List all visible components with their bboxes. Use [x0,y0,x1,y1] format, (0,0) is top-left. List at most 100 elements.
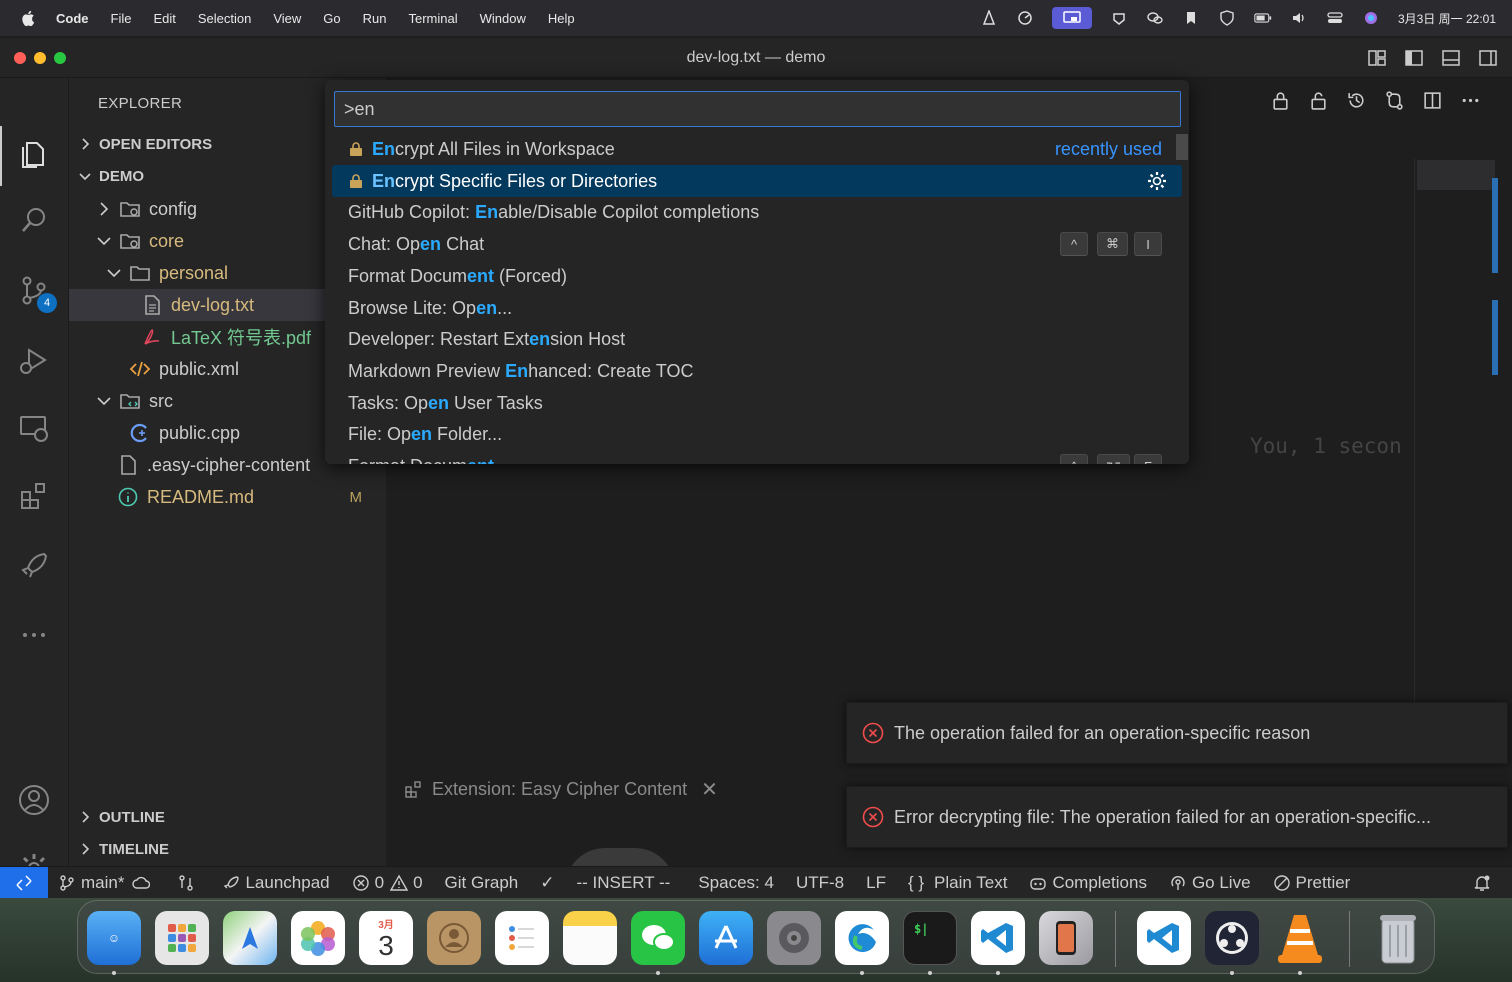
outline-section[interactable]: OUTLINE [69,802,386,832]
history-icon[interactable] [1346,90,1367,111]
split-editor-icon[interactable] [1422,90,1443,111]
more-icon[interactable] [14,615,54,655]
prettier-status[interactable]: Prettier [1273,873,1350,893]
apple-icon[interactable] [20,9,38,27]
go-live-status[interactable]: Go Live [1169,873,1251,893]
rocket-icon[interactable] [14,546,54,586]
menu-terminal[interactable]: Terminal [409,11,458,26]
extensions-icon[interactable] [14,476,54,516]
vlc-status-icon[interactable] [980,10,998,26]
customize-layout-icon[interactable] [1367,48,1387,68]
lock-icon[interactable] [1270,90,1291,111]
shield-status-icon[interactable] [1218,10,1236,26]
vscode-app-icon[interactable] [971,911,1025,965]
wechat-app-icon[interactable] [631,911,685,965]
photos-app-icon[interactable] [291,911,345,965]
search-icon[interactable] [14,200,54,240]
tree-item-readme[interactable]: README.md M [69,481,386,513]
timeline-section[interactable]: TIMELINE [69,834,386,864]
branch-status[interactable]: main* [58,873,155,893]
unlock-icon[interactable] [1308,90,1329,111]
system-settings-icon[interactable] [767,911,821,965]
minimap-viewport[interactable] [1417,160,1495,190]
git-graph-status[interactable]: Git Graph [445,873,519,893]
launchpad-status[interactable]: Launchpad [222,873,330,893]
obs-app-icon[interactable] [1205,911,1259,965]
menu-run[interactable]: Run [363,11,387,26]
toggle-primary-sidebar-icon[interactable] [1404,48,1424,68]
menu-edit[interactable]: Edit [153,11,175,26]
command-item[interactable]: Markdown Preview Enhanced: Create TOC [332,355,1182,387]
notifications-bell-icon[interactable] [1473,874,1496,892]
minimap[interactable] [1414,158,1495,738]
remote-indicator[interactable] [0,866,48,898]
remote-explorer-icon[interactable] [14,408,54,448]
command-item[interactable]: File: Open Folder... [332,418,1182,450]
battery-status-icon[interactable] [1254,10,1272,26]
command-item[interactable]: Chat: Open Chat ^ ⌘ I [332,228,1182,260]
menu-selection[interactable]: Selection [198,11,251,26]
copilot-completions-status[interactable]: Completions [1029,873,1147,893]
error-notification[interactable]: Error decrypting file: The operation fai… [846,786,1508,848]
error-notification[interactable]: The operation failed for an operation-sp… [846,702,1508,764]
contacts-app-icon[interactable] [427,911,481,965]
compare-changes-icon[interactable] [1384,90,1405,111]
toggle-panel-icon[interactable] [1441,48,1461,68]
problems-status[interactable]: 0 0 [352,873,423,893]
language-mode-status[interactable]: { } Plain Text [908,873,1008,893]
notes-app-icon[interactable] [563,911,617,965]
menu-file[interactable]: File [111,11,132,26]
close-tab-icon[interactable]: ✕ [701,777,718,802]
configure-keybinding-gear-icon[interactable] [1146,170,1168,192]
extension-tab[interactable]: Extension: Easy Cipher Content ✕ [387,766,747,812]
eol-status[interactable]: LF [866,873,886,893]
activity-status-icon[interactable] [1016,10,1034,26]
indentation-status[interactable]: Spaces: 4 [698,873,774,893]
menu-window[interactable]: Window [480,11,526,26]
vlc-app-icon[interactable] [1273,911,1327,965]
app-store-icon[interactable] [699,911,753,965]
command-item[interactable]: Encrypt Specific Files or Directories [332,165,1182,197]
control-center-icon[interactable] [1326,10,1344,26]
menu-app-name[interactable]: Code [56,11,89,26]
volume-status-icon[interactable] [1290,10,1308,26]
vscode-app-icon[interactable] [1137,911,1191,965]
screen-mirror-status-icon[interactable] [1051,7,1092,29]
copilot-status-icon[interactable] [1110,10,1128,26]
menu-go[interactable]: Go [323,11,340,26]
command-item[interactable]: GitHub Copilot: Enable/Disable Copilot c… [332,196,1182,228]
sync-cloud-icon[interactable] [132,874,151,892]
wechat-status-icon[interactable] [1146,10,1164,26]
trash-icon[interactable] [1371,911,1425,965]
check-icon[interactable]: ✓ [540,873,554,893]
menu-help[interactable]: Help [548,11,575,26]
command-palette-input[interactable] [334,91,1181,127]
command-item[interactable]: Encrypt All Files in Workspace recently u… [332,133,1182,165]
reminders-app-icon[interactable] [495,911,549,965]
terminal-app-icon[interactable]: $| [903,911,957,965]
launchpad-app-icon[interactable] [155,911,209,965]
bookmark-status-icon[interactable] [1182,10,1200,26]
command-item[interactable]: Developer: Restart Extension Host [332,323,1182,355]
calendar-app-icon[interactable]: 3月 3 [359,911,413,965]
git-graph-toggle[interactable] [177,874,200,892]
editor-scrollbar-marker[interactable] [1492,178,1498,273]
command-item[interactable]: Browse Lite: Open... [332,292,1182,324]
command-item[interactable]: Format Document (Forced) [332,260,1182,292]
menubar-clock[interactable]: 3月3日 周一 22:01 [1398,10,1496,27]
command-item[interactable]: Tasks: Open User Tasks [332,387,1182,419]
more-actions-icon[interactable] [1460,90,1481,111]
finder-app-icon[interactable]: ☺ [87,911,141,965]
menu-view[interactable]: View [273,11,301,26]
iphone-mirroring-icon[interactable] [1039,911,1093,965]
encoding-status[interactable]: UTF-8 [796,873,844,893]
accounts-icon[interactable] [14,780,54,820]
run-debug-icon[interactable] [14,340,54,380]
edge-app-icon[interactable] [835,911,889,965]
explorer-icon[interactable] [14,133,54,173]
toggle-secondary-sidebar-icon[interactable] [1478,48,1498,68]
siri-icon[interactable] [1362,10,1380,26]
maps-app-icon[interactable] [223,911,277,965]
command-item[interactable]: Format Document ^ ⌥ F [332,450,1182,464]
editor-scrollbar-marker[interactable] [1492,300,1498,375]
